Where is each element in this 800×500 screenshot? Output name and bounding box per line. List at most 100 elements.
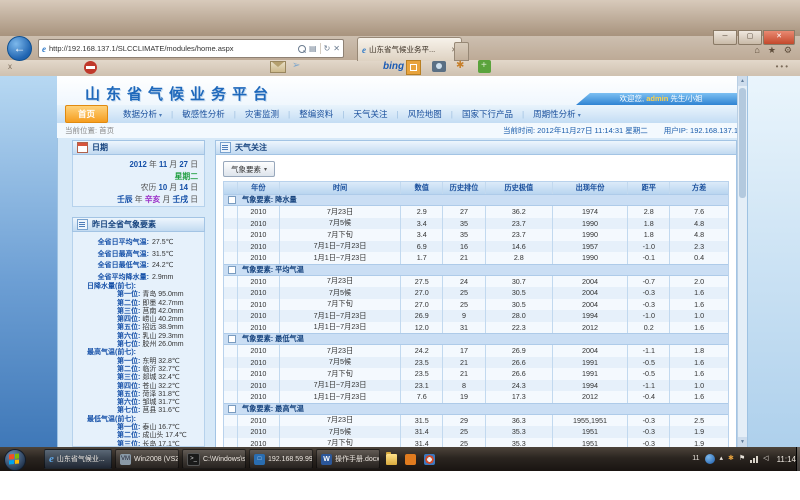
table-row[interactable]: 20101月1日~7月23日7.61917.32012-0.41.6 [224,391,728,403]
nav-item-1[interactable]: 首页 [65,105,108,123]
table-cell: 23.5 [401,368,443,380]
taskbar-window-1[interactable]: e山东省气候业... [44,449,112,469]
date-segment: 辛亥 [145,195,161,204]
group-checkbox[interactable] [228,196,236,204]
group-checkbox[interactable] [228,335,236,343]
table-cell: 2010 [238,415,280,427]
action-center-flag-icon[interactable]: ⚑ [739,454,745,464]
table-cell: 30.5 [486,287,553,299]
table-row[interactable]: 20107月23日27.52430.72004-0.72.0 [224,276,728,288]
taskbar-window-3[interactable]: >_C:\Windows\s... [182,449,246,469]
nav-item-8[interactable]: 国家下行产品 [453,108,522,120]
taskbar-window-2[interactable]: VMWin2008 (VS2... [115,449,179,469]
table-cell: 1991 [553,357,629,369]
nav-item-6[interactable]: 天气关注 [344,108,396,120]
explorer-folder-icon[interactable] [386,454,397,465]
nav-item-7[interactable]: 风险地图 [399,108,451,120]
column-header[interactable]: 方差 [670,182,728,194]
tray-app-icon[interactable] [705,454,715,464]
column-header[interactable] [224,182,238,194]
close-pane-icon[interactable]: x [8,62,12,71]
nav-item-5[interactable]: 整编资料 [290,108,342,120]
current-time-label: 当前时间: 2012年11月27日 11:14:31 星期二 [503,125,648,136]
favorites-star-icon[interactable]: ★ [768,45,776,56]
table-row[interactable]: 20107月5候3.43523.719901.84.8 [224,218,728,230]
mail-icon[interactable] [270,61,286,73]
addon-puzzle-icon[interactable] [478,60,491,73]
snapshot-icon[interactable] [432,61,446,72]
table-row[interactable]: 20107月5候23.52126.61991-0.51.6 [224,357,728,369]
column-header[interactable]: 出现年份 [553,182,629,194]
browser-tab[interactable]: e 山东省气候业务平... ✕ [357,37,462,61]
paw-addon-icon[interactable]: ✱ [456,60,464,71]
tab-title[interactable]: 山东省气候业务平... [369,44,448,55]
media-player-icon[interactable] [424,454,435,465]
username: admin [646,94,668,103]
send-page-icon[interactable]: ➢ [292,60,300,71]
close-button[interactable]: ✕ [763,30,795,45]
vertical-scrollbar[interactable]: ▲ ▼ [737,76,747,447]
home-icon[interactable]: ⌂ [754,45,759,56]
table-row[interactable]: 20101月1日~7月23日1.7212.81990-0.10.4 [224,252,728,264]
nav-item-9[interactable]: 周期性分析▾ [524,108,590,120]
nav-item-3[interactable]: 敏感性分析 [173,108,234,120]
quick-launch-icon[interactable] [30,454,41,465]
table-row[interactable]: 20107月23日2.92736.219742.87.6 [224,206,728,218]
word-icon: W [321,454,332,465]
element-filter-button[interactable]: 气象要素 ▾ [223,161,275,177]
taskbar-window-5[interactable]: W操作手册.docx ... [316,449,380,469]
ranking-row: 第六位:乳山 29.3mm [77,333,200,341]
table-row[interactable]: 20107月下旬27.02530.52004-0.31.6 [224,299,728,311]
weather-focus-table: 年份时间数值历史排位历史极值出现年份距平方差气象要素: 降水量20107月23日… [223,181,729,448]
table-row[interactable]: 20107月1日~7月23日26.9928.01994-1.01.0 [224,310,728,322]
table-row[interactable]: 20107月23日24.21726.92004-1.11.8 [224,345,728,357]
address-bar[interactable]: e http://192.168.137.1/SLCCLIMATE/module… [38,39,344,58]
compatibility-view-icon[interactable]: ▤ [309,45,317,53]
column-header[interactable]: 历史排位 [443,182,486,194]
table-row[interactable]: 20107月1日~7月23日6.91614.61957-1.02.3 [224,241,728,253]
clock[interactable]: 11:14 [777,455,796,464]
volume-icon[interactable]: ◁ [763,454,768,464]
refresh-icon[interactable]: ↻ [324,45,331,53]
search-icon[interactable] [298,45,306,53]
more-options-icon[interactable]: ••• [776,62,790,71]
table-row[interactable]: 20101月1日~7月23日12.03122.320120.21.6 [224,322,728,334]
pinned-app-icon[interactable] [405,454,416,465]
maximize-button[interactable]: ▢ [738,30,762,45]
table-row[interactable]: 20107月5候27.02530.52004-0.31.6 [224,287,728,299]
column-header[interactable]: 距平 [628,182,670,194]
taskbar-window-4[interactable]: □192.168.59.99... [249,449,313,469]
column-header[interactable]: 年份 [238,182,280,194]
date-segment: 日 [188,160,198,169]
minimize-button[interactable]: ─ [713,30,737,45]
column-header[interactable]: 历史极值 [486,182,553,194]
table-row[interactable]: 20107月1日~7月23日23.1824.31994-1.11.0 [224,380,728,392]
column-header[interactable]: 时间 [280,182,402,194]
table-row[interactable]: 20107月下旬3.43523.719901.84.8 [224,229,728,241]
network-icon[interactable] [750,455,758,463]
settings-gear-icon[interactable]: ⚙ [784,45,792,56]
column-header[interactable]: 数值 [401,182,443,194]
show-hidden-icons[interactable]: ▴ [720,454,724,464]
scroll-up-icon[interactable]: ▲ [738,76,747,86]
url-text[interactable]: http://192.168.137.1/SLCCLIMATE/modules/… [49,44,295,53]
show-desktop-button[interactable] [796,447,800,471]
back-button[interactable]: ← [7,36,32,61]
table-row[interactable]: 20107月23日31.52936.31955,1951-0.32.5 [224,415,728,427]
stat-row: 全省日最低气温:24.2℃ [77,260,200,272]
scrollbar-thumb[interactable] [739,88,746,198]
stop-icon[interactable]: ✕ [333,45,340,53]
table-row[interactable]: 20107月下旬23.52126.61991-0.51.6 [224,368,728,380]
bing-logo[interactable]: bing [383,61,404,72]
nav-item-4[interactable]: 灾害监测 [236,108,288,120]
table-cell: 2010 [238,206,280,218]
scroll-down-icon[interactable]: ▼ [738,437,747,447]
breadcrumb: 当前位置: 首页 [65,125,114,136]
row-lead-cell [224,206,238,218]
new-tab-button[interactable] [454,42,469,61]
group-checkbox[interactable] [228,405,236,413]
tray-alert-icon[interactable]: ✱ [728,454,734,464]
nav-item-2[interactable]: 数据分析▾ [114,108,171,120]
table-row[interactable]: 20107月5候31.42535.31951-0.31.9 [224,426,728,438]
group-checkbox[interactable] [228,266,236,274]
